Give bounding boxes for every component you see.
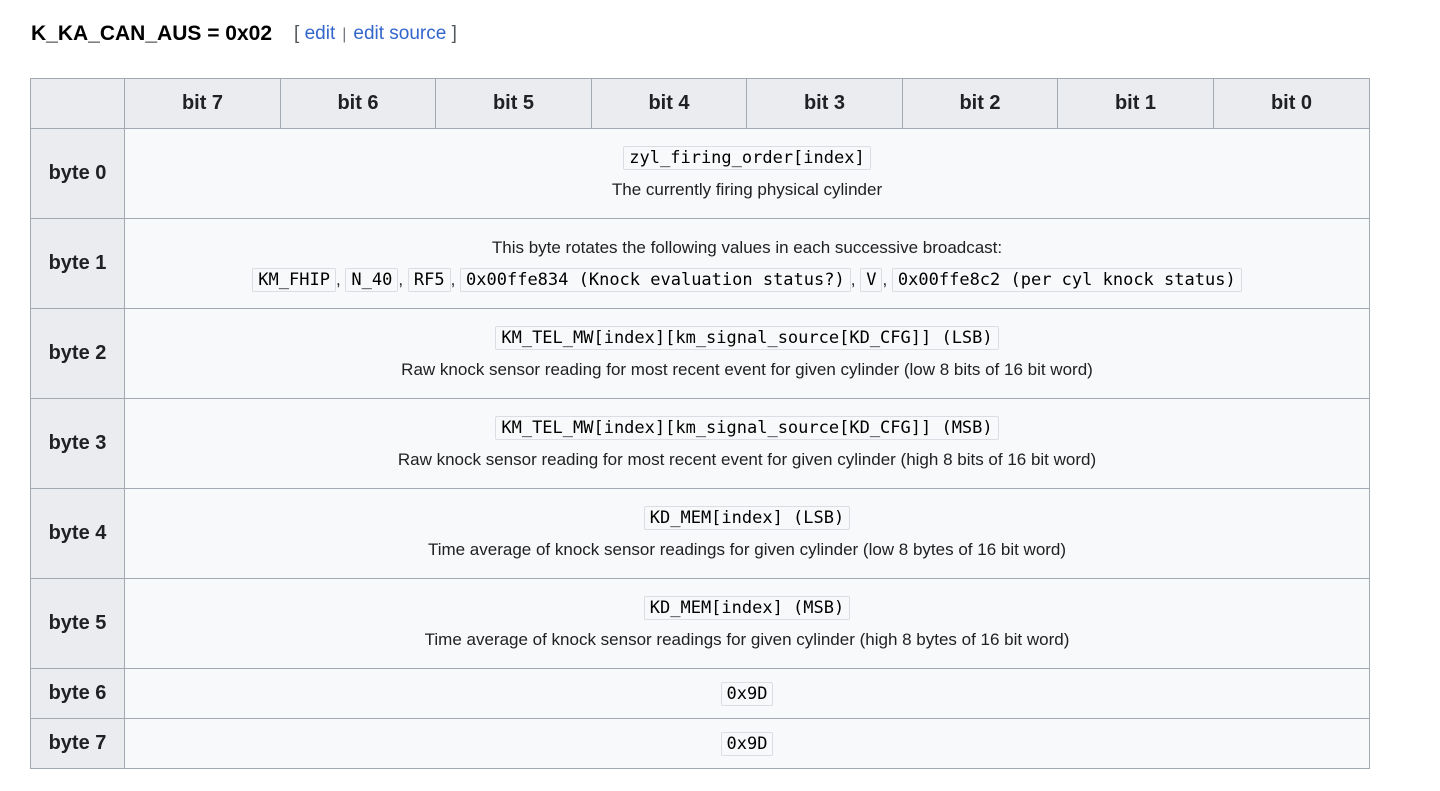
column-header-bit3: bit 3: [746, 78, 903, 129]
row-header-byte3: byte 3: [30, 398, 125, 489]
column-header-bit2: bit 2: [902, 78, 1058, 129]
column-header-bit5: bit 5: [435, 78, 592, 129]
row-header-byte0: byte 0: [30, 128, 125, 219]
edit-source-link[interactable]: edit source: [353, 23, 446, 44]
byte3-cell: KM_TEL_MW[index][km_signal_source[KD_CFG…: [124, 398, 1370, 489]
row-header-byte5: byte 5: [30, 578, 125, 669]
byte7-cell: 0x9D: [124, 718, 1370, 769]
table-row: byte 4 KD_MEM[index] (LSB) Time average …: [30, 488, 1370, 579]
byte7-code: 0x9D: [720, 731, 774, 756]
byte4-cell: KD_MEM[index] (LSB) Time average of knoc…: [124, 488, 1370, 579]
column-header-bit1: bit 1: [1057, 78, 1214, 129]
column-header-bit0: bit 0: [1213, 78, 1370, 129]
edit-link[interactable]: edit: [305, 23, 336, 44]
table-row: byte 0 zyl_firing_order[index] The curre…: [30, 128, 1370, 219]
table-row: byte 3 KM_TEL_MW[index][km_signal_source…: [30, 398, 1370, 489]
can-message-table: bit 7 bit 6 bit 5 bit 4 bit 3 bit 2 bit …: [30, 78, 1370, 769]
byte2-cell: KM_TEL_MW[index][km_signal_source[KD_CFG…: [124, 308, 1370, 399]
byte1-description: This byte rotates the following values i…: [491, 237, 1003, 257]
table-row: byte 5 KD_MEM[index] (MSB) Time average …: [30, 578, 1370, 669]
table-row: byte 7 0x9D: [30, 718, 1370, 769]
section-heading: K_KA_CAN_AUS = 0x02 [ edit | edit source ]: [31, 18, 457, 50]
byte2-code: KM_TEL_MW[index][km_signal_source[KD_CFG…: [495, 325, 999, 350]
byte1-value-code: KM_FHIP: [252, 267, 336, 292]
header-row: bit 7 bit 6 bit 5 bit 4 bit 3 bit 2 bit …: [30, 78, 1370, 129]
bracket-close: ]: [451, 23, 457, 44]
table-row: byte 2 KM_TEL_MW[index][km_signal_source…: [30, 308, 1370, 399]
byte1-values: KM_FHIP, N_40, RF5, 0x00ffe834 (Knock ev…: [125, 267, 1369, 292]
byte4-description: Time average of knock sensor readings fo…: [427, 539, 1067, 559]
edit-section-links: [ edit | edit source ]: [294, 23, 457, 45]
byte6-code: 0x9D: [720, 681, 774, 706]
byte6-cell: 0x9D: [124, 668, 1370, 719]
row-header-byte4: byte 4: [30, 488, 125, 579]
byte5-cell: KD_MEM[index] (MSB) Time average of knoc…: [124, 578, 1370, 669]
byte4-code: KD_MEM[index] (LSB): [643, 505, 851, 530]
byte5-code: KD_MEM[index] (MSB): [643, 595, 851, 620]
edit-link-separator: |: [342, 26, 347, 43]
byte0-description: The currently firing physical cylinder: [611, 179, 883, 199]
bracket-open: [: [294, 23, 300, 44]
column-header-bit7: bit 7: [124, 78, 281, 129]
byte0-cell: zyl_firing_order[index] The currently fi…: [124, 128, 1370, 219]
table-row: byte 6 0x9D: [30, 668, 1370, 719]
row-header-byte6: byte 6: [30, 668, 125, 719]
byte1-cell: This byte rotates the following values i…: [124, 218, 1370, 309]
byte1-value-code: RF5: [407, 267, 451, 292]
byte1-value-code: 0x00ffe834 (Knock evaluation status?): [460, 267, 851, 292]
byte3-code: KM_TEL_MW[index][km_signal_source[KD_CFG…: [495, 415, 999, 440]
column-header-bit4: bit 4: [591, 78, 747, 129]
byte5-description: Time average of knock sensor readings fo…: [424, 629, 1070, 649]
byte3-description: Raw knock sensor reading for most recent…: [397, 449, 1097, 469]
byte1-value-code: V: [860, 267, 883, 292]
corner-cell: [30, 78, 125, 129]
table-row: byte 1 This byte rotates the following v…: [30, 218, 1370, 309]
row-header-byte1: byte 1: [30, 218, 125, 309]
column-header-bit6: bit 6: [280, 78, 436, 129]
byte1-value-code: 0x00ffe8c2 (per cyl knock status): [891, 267, 1242, 292]
byte1-value-code: N_40: [345, 267, 399, 292]
byte0-code: zyl_firing_order[index]: [623, 145, 871, 170]
section-title: K_KA_CAN_AUS = 0x02: [31, 22, 273, 45]
byte2-description: Raw knock sensor reading for most recent…: [401, 359, 1093, 379]
row-header-byte7: byte 7: [30, 718, 125, 769]
row-header-byte2: byte 2: [30, 308, 125, 399]
